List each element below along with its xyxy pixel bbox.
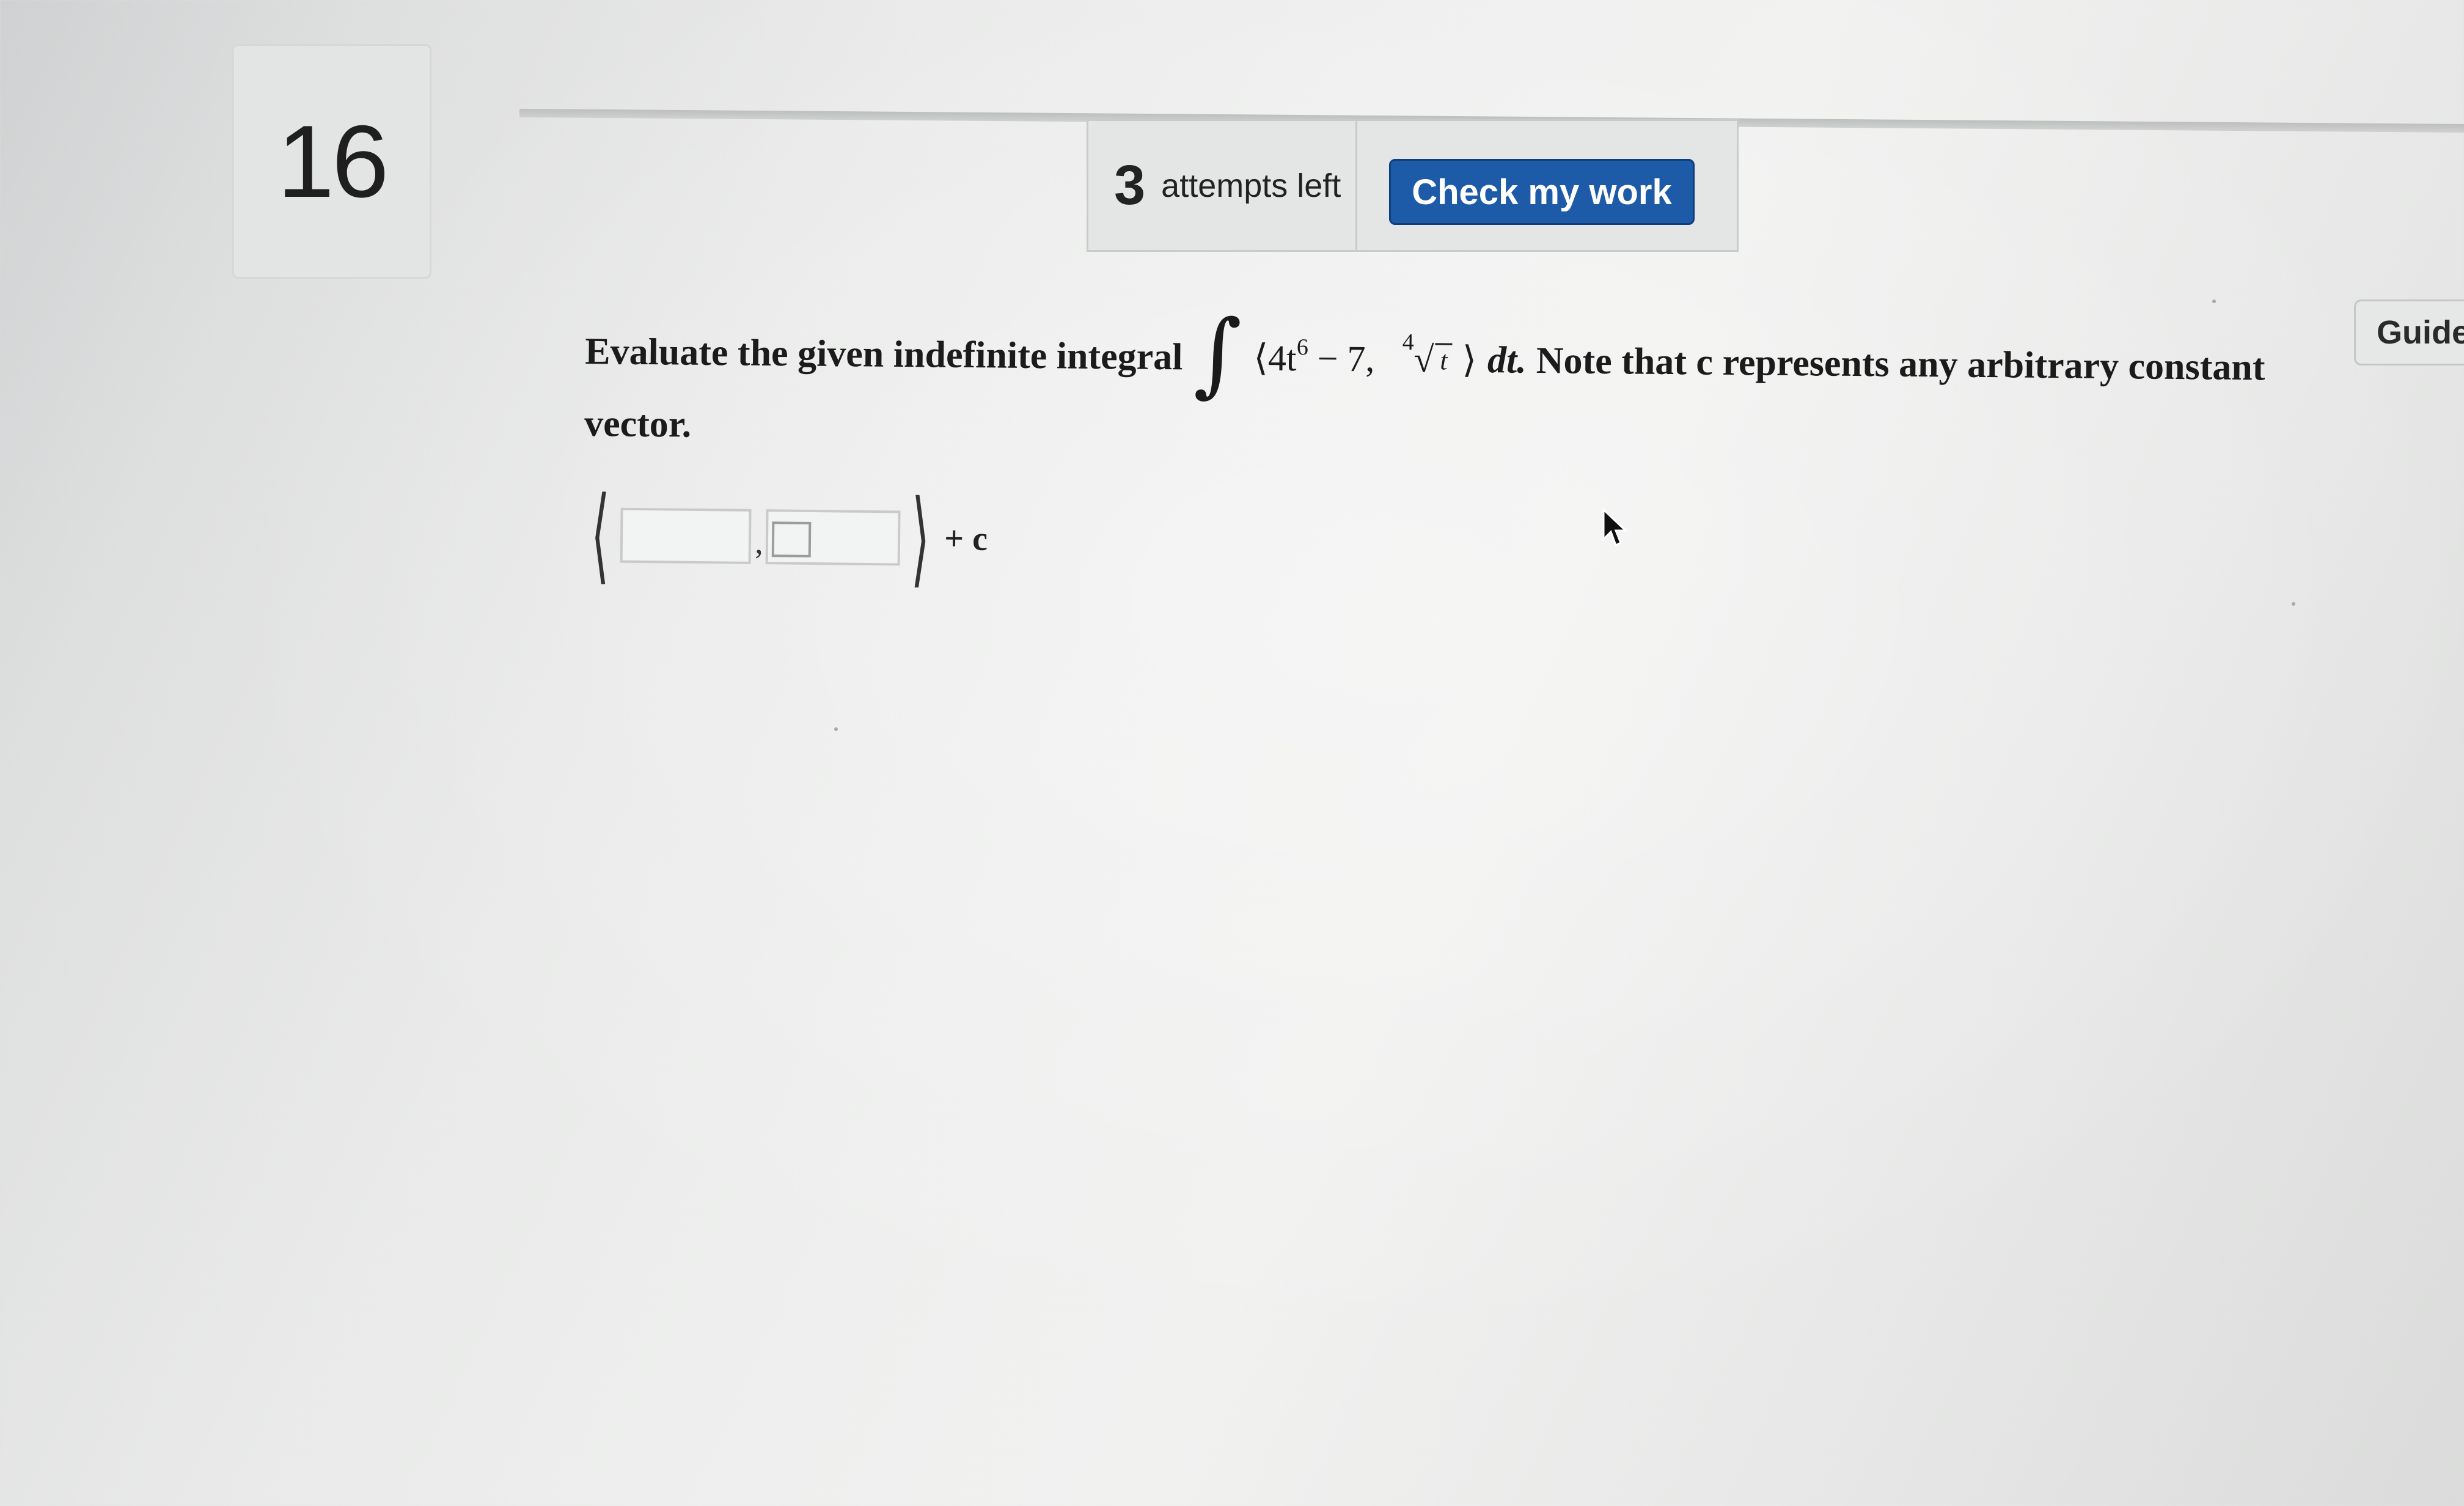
screen-dust-speck	[2212, 299, 2216, 303]
question-prefix: Evaluate the given indefinite integral	[584, 330, 1183, 378]
check-my-work-button[interactable]: Check my work	[1389, 159, 1695, 225]
question-line-2: vector.	[584, 402, 692, 446]
integrand-term1-rest: − 7,	[1308, 337, 1384, 380]
integrand-term1-base: 4t	[1267, 337, 1297, 378]
question-line-1: Evaluate the given indefinite integral ∫…	[584, 301, 2265, 413]
integrand-term1-exponent: 6	[1296, 334, 1309, 361]
integral-symbol: ∫	[1193, 300, 1242, 408]
guide-button[interactable]: Guide	[2354, 299, 2464, 365]
answer-open-bracket: ⟨	[590, 474, 610, 596]
answer-row: ⟨ , ⟩ + c	[579, 474, 988, 599]
answer-input-1[interactable]	[620, 507, 752, 564]
question-number-box: 16	[232, 44, 431, 279]
root-radicand: t	[1435, 343, 1453, 376]
integrand-close-angle: ⟩	[1462, 339, 1477, 380]
attempts-indicator: 3 attempts left	[1088, 121, 1357, 250]
attempts-count: 3	[1114, 154, 1146, 216]
differential: dt.	[1487, 339, 1527, 381]
plus-c-label: + c	[944, 520, 988, 558]
question-suffix: Note that c represents any arbitrary con…	[1536, 339, 2265, 388]
answer-comma: ,	[755, 523, 764, 561]
mouse-pointer-icon	[1602, 507, 1628, 547]
answer-input-2[interactable]	[765, 509, 901, 566]
screen-dust-speck	[834, 727, 838, 731]
integrand-open-angle: ⟨	[1253, 337, 1269, 378]
root-index: 4	[1402, 329, 1414, 356]
question-text: Evaluate the given indefinite integral ∫…	[584, 301, 2265, 461]
radical-sign: √	[1414, 339, 1434, 380]
answer-input-2-caret-box	[771, 521, 812, 557]
question-number: 16	[277, 103, 389, 219]
attempts-label: attempts left	[1161, 167, 1341, 204]
screen-dust-speck	[2292, 602, 2295, 606]
integrand: ⟨ 4t 6 − 7, 4 √ t ⟩	[1253, 329, 1477, 381]
attempts-panel: 3 attempts left Check my work	[1087, 119, 1739, 252]
answer-close-bracket: ⟩	[911, 477, 931, 599]
